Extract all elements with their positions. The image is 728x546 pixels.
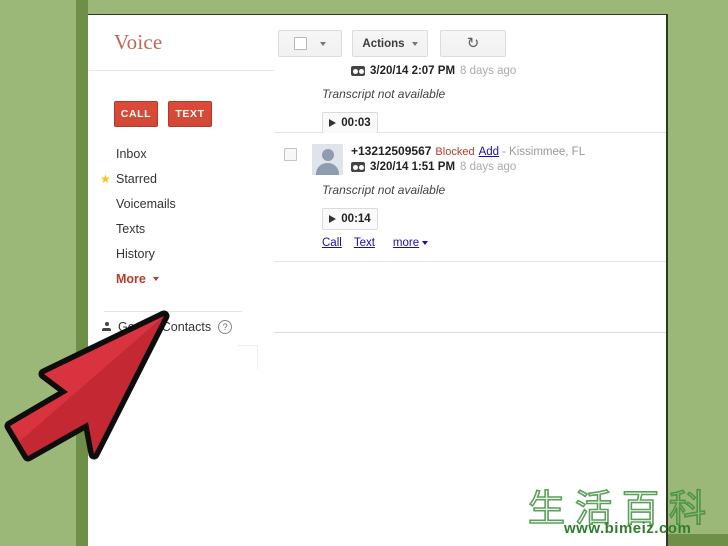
play-icon <box>329 215 337 223</box>
sidebar-item-label: Starred <box>116 172 157 186</box>
chevron-down-icon <box>411 41 418 46</box>
row-checkbox[interactable] <box>284 148 297 161</box>
message-relative-time: 8 days ago <box>460 65 517 77</box>
message-date: 3/20/14 2:07 PM <box>370 65 456 77</box>
more-link[interactable]: more <box>392 237 429 249</box>
sidebar-item-google-contacts[interactable]: Google Contacts ? <box>88 317 233 337</box>
sidebar-item-starred[interactable]: ★ Starred <box>88 167 258 192</box>
message-list[interactable]: 3/20/14 2:07 PM 8 days ago Transcript no… <box>274 58 666 320</box>
google-voice-window: Voice Actions ↻ CALL TEXT Inbox ★ Starre… <box>88 14 668 546</box>
table-row[interactable]: +13212509567 Blocked Add - Kissimmee, FL 3/… <box>274 133 666 262</box>
sidebar-nav-list: Inbox ★ Starred Voicemails Texts History… <box>88 142 258 292</box>
message-meta: 3/20/14 1:51 PM 8 days ago <box>351 161 516 173</box>
sidebar-divider <box>104 311 242 312</box>
sidebar-item-inbox[interactable]: Inbox <box>88 142 258 167</box>
sidebar-item-label: Inbox <box>116 147 147 161</box>
sidebar-edge-vertical <box>257 345 258 369</box>
sidebar-item-history[interactable]: History <box>88 242 258 267</box>
chevron-down-icon <box>422 241 429 245</box>
status-badge: Blocked <box>435 146 475 158</box>
google-contacts-label: Google Contacts <box>118 320 212 334</box>
call-link[interactable]: Call <box>322 237 342 249</box>
sidebar-item-texts[interactable]: Texts <box>88 217 258 242</box>
compose-buttons: CALL TEXT <box>114 101 212 127</box>
row-actions: Call Text more <box>322 237 429 249</box>
audio-duration: 00:14 <box>341 213 371 225</box>
avatar <box>312 144 343 175</box>
sidebar-item-label: More <box>116 272 146 286</box>
more-label: more <box>392 237 420 249</box>
message-relative-time: 8 days ago <box>460 161 517 173</box>
message-headline: +13212509567 Blocked Add - Kissimmee, FL <box>351 144 585 158</box>
sidebar-item-voicemails[interactable]: Voicemails <box>88 192 258 217</box>
text-button[interactable]: TEXT <box>168 101 212 127</box>
chevron-down-icon <box>320 41 326 46</box>
message-date: 3/20/14 1:51 PM <box>370 161 456 173</box>
chevron-down-icon <box>153 277 160 281</box>
actions-label: Actions <box>362 37 405 50</box>
voice-logo[interactable]: Voice <box>114 30 162 55</box>
table-row[interactable]: 3/20/14 2:07 PM 8 days ago Transcript no… <box>274 58 666 153</box>
star-icon: ★ <box>100 172 111 186</box>
play-button[interactable]: 00:14 <box>322 208 378 230</box>
phone-number: +13212509567 <box>351 144 432 158</box>
message-meta: 3/20/14 2:07 PM 8 days ago <box>351 65 516 77</box>
audio-duration: 00:03 <box>341 117 371 129</box>
refresh-button[interactable]: ↻ <box>440 30 506 57</box>
person-icon <box>102 321 111 333</box>
message-list-bottom-border <box>274 332 666 333</box>
select-all-checkbox-icon[interactable] <box>294 37 307 50</box>
voicemail-icon <box>351 162 365 172</box>
help-icon[interactable]: ? <box>218 320 233 334</box>
transcript-text: Transcript not available <box>322 87 446 101</box>
sidebar-item-label: History <box>116 247 155 261</box>
play-button[interactable]: 00:03 <box>322 112 378 134</box>
transcript-text: Transcript not available <box>322 183 446 197</box>
call-button[interactable]: CALL <box>114 101 158 127</box>
background-accent-strip-left <box>76 0 88 546</box>
sidebar-edge-horizontal <box>238 345 258 346</box>
add-contact-link[interactable]: Add <box>479 146 499 158</box>
refresh-icon: ↻ <box>466 35 480 52</box>
sidebar-item-label: Voicemails <box>116 197 176 211</box>
select-all-dropdown-button[interactable] <box>278 30 342 57</box>
text-link[interactable]: Text <box>354 237 375 249</box>
sidebar-item-more[interactable]: More <box>88 267 258 292</box>
caller-location: - Kissimmee, FL <box>502 146 586 158</box>
play-icon <box>329 119 337 127</box>
sidebar: CALL TEXT Inbox ★ Starred Voicemails Tex… <box>88 72 258 546</box>
voicemail-icon <box>351 66 365 76</box>
sidebar-item-label: Texts <box>116 222 146 236</box>
actions-dropdown-button[interactable]: Actions <box>352 30 428 57</box>
